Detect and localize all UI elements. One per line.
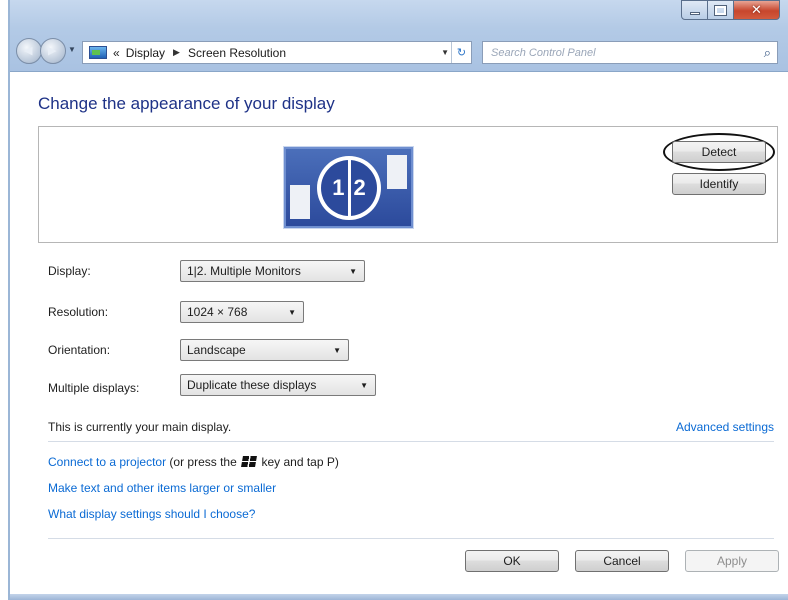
refresh-button[interactable]: ↻	[451, 42, 471, 63]
cancel-button[interactable]: Cancel	[575, 550, 669, 572]
monitor-divider	[347, 160, 351, 216]
windows-key-icon	[241, 456, 258, 467]
projector-line: Connect to a projector (or press the key…	[48, 455, 339, 469]
projector-hint-pre: (or press the	[169, 455, 237, 469]
monitor-thumbnail[interactable]: 1 2	[284, 147, 413, 228]
display-settings-help-link[interactable]: What display settings should I choose?	[48, 507, 255, 521]
display-icon	[89, 46, 107, 59]
forward-arrow-icon: ▶	[48, 45, 57, 57]
search-input[interactable]: Search Control Panel	[491, 47, 596, 59]
title-bar: ✕ ◀ ▶ ▼ « Display ▶ Screen Resolution ▼ …	[10, 0, 788, 72]
display-dropdown-value: 1|2. Multiple Monitors	[187, 264, 301, 278]
search-icon[interactable]: ⌕	[764, 45, 771, 61]
breadcrumb-chevron-icon[interactable]: ▶	[173, 47, 180, 58]
back-button[interactable]: ◀	[16, 38, 42, 64]
window-bottom-border	[10, 594, 788, 600]
navigation-bar: ◀ ▶ ▼ « Display ▶ Screen Resolution ▼ ↻ …	[10, 36, 788, 66]
document-window-icon	[290, 185, 310, 219]
chevron-down-icon: ▼	[349, 267, 357, 276]
document-window-icon	[387, 155, 407, 189]
connect-projector-link[interactable]: Connect to a projector	[48, 455, 166, 469]
close-icon: ✕	[751, 2, 762, 17]
maximize-button[interactable]	[708, 0, 734, 20]
orientation-label: Orientation:	[48, 343, 111, 357]
display-label: Display:	[48, 264, 91, 278]
text-size-link[interactable]: Make text and other items larger or smal…	[48, 481, 276, 495]
history-dropdown-icon[interactable]: ▼	[68, 45, 76, 54]
advanced-settings-link[interactable]: Advanced settings	[676, 420, 774, 434]
refresh-icon: ↻	[456, 47, 467, 59]
apply-button[interactable]: Apply	[685, 550, 779, 572]
forward-button[interactable]: ▶	[40, 38, 66, 64]
chevron-down-icon: ▼	[288, 308, 296, 317]
orientation-dropdown-value: Landscape	[187, 343, 246, 357]
divider	[48, 441, 774, 442]
back-arrow-icon: ◀	[24, 45, 33, 57]
window-controls: ✕	[681, 0, 780, 22]
resolution-dropdown[interactable]: 1024 × 768 ▼	[180, 301, 304, 323]
monitor-number-badge: 1 2	[317, 156, 381, 220]
screen-resolution-window: ✕ ◀ ▶ ▼ « Display ▶ Screen Resolution ▼ …	[8, 0, 788, 600]
display-dropdown[interactable]: 1|2. Multiple Monitors ▼	[180, 260, 365, 282]
main-display-status: This is currently your main display.	[48, 420, 232, 434]
multiple-displays-dropdown[interactable]: Duplicate these displays ▼	[180, 374, 376, 396]
address-dropdown-icon[interactable]: ▼	[441, 48, 449, 57]
breadcrumb-screen-resolution[interactable]: Screen Resolution	[188, 46, 286, 60]
chevron-down-icon: ▼	[360, 381, 368, 390]
ok-button[interactable]: OK	[465, 550, 559, 572]
content-area: Change the appearance of your display 1 …	[10, 72, 788, 600]
identify-button[interactable]: Identify	[672, 173, 766, 195]
breadcrumb-prefix[interactable]: «	[113, 46, 120, 60]
minimize-button[interactable]	[681, 0, 708, 20]
monitor-arrangement-panel: 1 2 Detect Identify	[38, 126, 778, 243]
chevron-down-icon: ▼	[333, 346, 341, 355]
orientation-dropdown[interactable]: Landscape ▼	[180, 339, 349, 361]
resolution-label: Resolution:	[48, 305, 109, 319]
search-box[interactable]: Search Control Panel ⌕	[482, 41, 778, 64]
minimize-icon	[689, 11, 700, 15]
address-bar[interactable]: « Display ▶ Screen Resolution ▼ ↻	[82, 41, 472, 64]
projector-hint-post: key and tap P)	[261, 455, 339, 469]
breadcrumb-display[interactable]: Display	[126, 46, 165, 60]
maximize-icon	[714, 4, 727, 16]
resolution-dropdown-value: 1024 × 768	[187, 305, 248, 319]
monitor-2-label: 2	[353, 175, 366, 200]
detect-button[interactable]: Detect	[672, 141, 766, 163]
footer-divider	[48, 538, 774, 539]
multiple-displays-label: Multiple displays:	[48, 381, 140, 395]
monitor-1-label: 1	[332, 175, 345, 200]
multiple-displays-dropdown-value: Duplicate these displays	[187, 378, 317, 392]
page-title: Change the appearance of your display	[38, 94, 335, 113]
close-button[interactable]: ✕	[734, 0, 780, 20]
